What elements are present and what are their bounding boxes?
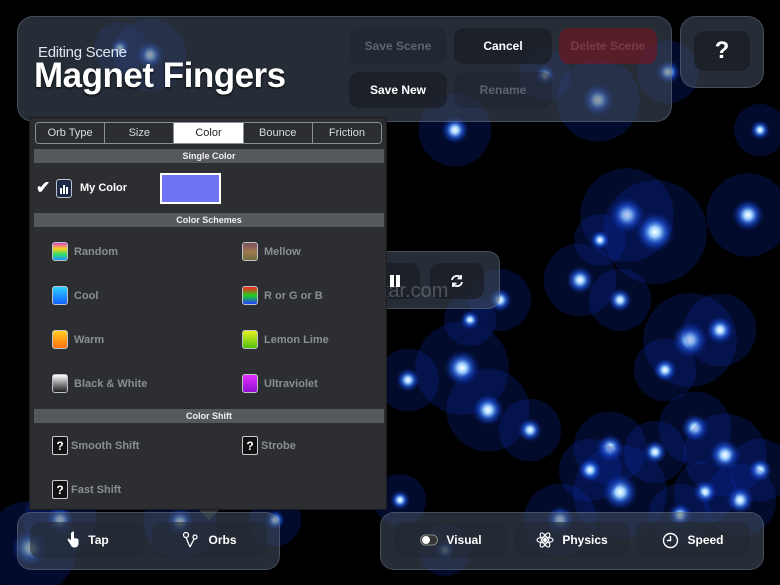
orb: [390, 490, 410, 510]
question-icon: ?: [242, 436, 258, 455]
speed-button[interactable]: Speed: [636, 522, 750, 558]
orb: [653, 358, 677, 382]
my-color-option[interactable]: ✔ My Color: [36, 178, 127, 198]
orbs-label: Orbs: [208, 533, 237, 547]
checkmark-icon: ✔: [36, 178, 51, 197]
rename-button[interactable]: Rename: [454, 72, 552, 108]
hand-pointer-icon: [67, 531, 79, 548]
scheme-rgb-label: R or G or B: [264, 289, 323, 302]
shift-strobe-label: Strobe: [261, 439, 296, 452]
my-color-swatch[interactable]: [160, 173, 221, 204]
scene-title: Magnet Fingers: [34, 56, 286, 95]
question-icon: ?: [52, 436, 68, 455]
save-scene-button[interactable]: Save Scene: [349, 28, 447, 64]
scheme-lemon-lime[interactable]: Lemon Lime: [242, 330, 329, 349]
orb: [518, 418, 542, 442]
tab-size[interactable]: Size: [104, 123, 174, 143]
tap-button[interactable]: Tap: [30, 522, 145, 558]
black-white-swatch-icon: [52, 374, 68, 393]
orb: [396, 368, 420, 392]
my-color-label: My Color: [80, 182, 128, 194]
speed-label: Speed: [687, 533, 724, 547]
question-icon: ?: [52, 480, 68, 499]
orb: [635, 212, 675, 252]
warm-swatch-icon: [52, 330, 68, 349]
tab-bounce[interactable]: Bounce: [242, 123, 312, 143]
tab-friction[interactable]: Friction: [311, 123, 381, 143]
random-swatch-icon: [52, 242, 68, 261]
save-new-button[interactable]: Save New: [349, 72, 447, 108]
shift-strobe[interactable]: ? Strobe: [242, 436, 296, 455]
mellow-swatch-icon: [242, 242, 258, 261]
scheme-cool-label: Cool: [74, 289, 99, 302]
tab-orb-type[interactable]: Orb Type: [36, 123, 105, 143]
atom-icon: [536, 532, 554, 548]
color-schemes-header: Color Schemes: [34, 213, 384, 227]
shift-smooth[interactable]: ? Smooth Shift: [52, 436, 139, 455]
shift-smooth-label: Smooth Shift: [71, 439, 140, 452]
orb: [706, 316, 734, 344]
orb: [472, 394, 504, 426]
bar-chart-icon: [56, 178, 72, 198]
cool-swatch-icon: [52, 286, 68, 305]
scheme-warm-label: Warm: [74, 333, 105, 346]
scheme-random-label: Random: [74, 245, 118, 258]
orbs-icon: [183, 531, 199, 548]
scheme-r-or-g-or-b[interactable]: R or G or B: [242, 286, 323, 305]
physics-label: Physics: [562, 533, 608, 547]
help-button[interactable]: ?: [694, 31, 750, 71]
visual-label: Visual: [446, 533, 482, 547]
orb: [732, 199, 764, 231]
single-color-header: Single Color: [34, 149, 384, 163]
orbs-button[interactable]: Orbs: [152, 522, 267, 558]
scheme-mellow-label: Mellow: [264, 245, 301, 258]
tap-label: Tap: [88, 533, 109, 547]
rgb-swatch-icon: [242, 286, 258, 305]
scheme-cool[interactable]: Cool: [52, 286, 98, 305]
scheme-black-white-label: Black & White: [74, 377, 148, 390]
tab-color[interactable]: Color: [173, 123, 243, 143]
lemon-lime-swatch-icon: [242, 330, 258, 349]
orb: [566, 266, 594, 294]
color-shift-header: Color Shift: [34, 409, 384, 423]
visual-button[interactable]: Visual: [394, 522, 508, 558]
shift-fast-label: Fast Shift: [71, 483, 122, 496]
orb: [590, 230, 610, 250]
cancel-button[interactable]: Cancel: [454, 28, 552, 64]
scheme-random[interactable]: Random: [52, 242, 118, 261]
orb: [608, 288, 632, 312]
shift-fast[interactable]: ? Fast Shift: [52, 480, 121, 499]
toggle-icon: [420, 534, 439, 546]
orb-tabs: Orb Type Size Color Bounce Friction: [35, 122, 382, 144]
ultraviolet-swatch-icon: [242, 374, 258, 393]
scheme-mellow[interactable]: Mellow: [242, 242, 301, 261]
scheme-lemon-lime-label: Lemon Lime: [264, 333, 329, 346]
orb: [750, 120, 770, 140]
refresh-icon: [451, 275, 463, 287]
scheme-warm[interactable]: Warm: [52, 330, 104, 349]
scheme-ultraviolet[interactable]: Ultraviolet: [242, 374, 318, 393]
orb: [578, 458, 602, 482]
physics-button[interactable]: Physics: [514, 522, 630, 558]
scheme-ultraviolet-label: Ultraviolet: [264, 377, 318, 390]
scheme-black-white[interactable]: Black & White: [52, 374, 147, 393]
delete-scene-button[interactable]: Delete Scene: [559, 28, 657, 64]
orb-settings-panel: Orb Type Size Color Bounce Friction Sing…: [29, 117, 387, 510]
clock-icon: [663, 532, 679, 548]
